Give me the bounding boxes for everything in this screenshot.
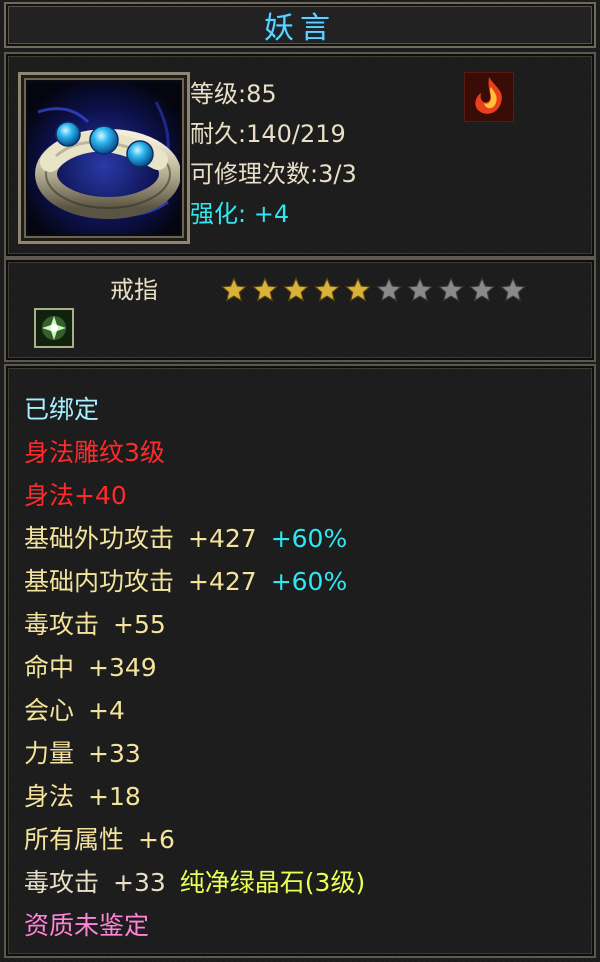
star-empty-icon [468, 276, 496, 302]
star-empty-icon [406, 276, 434, 302]
engrave-name: 身法雕纹3级 [24, 438, 165, 467]
star-filled-icon [220, 276, 248, 302]
star-empty-icon [499, 276, 527, 302]
attr-label: 基础外功攻击 [24, 524, 175, 553]
enhance-value: +4 [253, 200, 290, 228]
attr-crit: 会心 +4 [24, 689, 365, 732]
attr-label: 毒攻击 [24, 610, 100, 639]
attr-hit: 命中 +349 [24, 646, 365, 689]
item-durability: 耐久:140/219 [190, 120, 346, 148]
item-icon-frame[interactable] [18, 72, 190, 244]
engrave-bonus: 身法+40 [24, 481, 127, 510]
base-stats-panel: 等级:85 耐久:140/219 可修理次数:3/3 强化: +4 [4, 52, 596, 258]
gem-name: 纯净绿晶石(3级) [179, 868, 366, 897]
title-bar: 妖言 [4, 2, 596, 48]
item-level: 等级:85 [190, 80, 277, 108]
attr-value: +55 [113, 610, 166, 639]
attr-percent: +60% [270, 524, 348, 553]
star-rating [220, 276, 527, 304]
attr-ext-attack: 基础外功攻击 +427 +60% [24, 517, 365, 560]
star-filled-icon [313, 276, 341, 302]
attr-value: +6 [138, 825, 175, 854]
attr-percent: +60% [270, 567, 348, 596]
gem-bonus-value: +33 [113, 868, 166, 897]
item-name: 妖言 [264, 11, 336, 46]
attr-value: +349 [88, 653, 157, 682]
green-gem-icon[interactable] [34, 308, 74, 348]
attr-label: 力量 [24, 739, 75, 768]
attr-poison: 毒攻击 +55 [24, 603, 365, 646]
attr-strength: 力量 +33 [24, 732, 365, 775]
item-type: 戒指 [110, 276, 158, 304]
attr-value: +427 [188, 567, 257, 596]
gem-bonus: 毒攻击 +33 纯净绿晶石(3级) [24, 861, 365, 904]
attr-value: +33 [88, 739, 141, 768]
star-empty-icon [437, 276, 465, 302]
attr-label: 基础内功攻击 [24, 567, 175, 596]
star-empty-icon [375, 276, 403, 302]
fire-icon[interactable] [464, 72, 514, 122]
base-stats: 等级:85 耐久:140/219 可修理次数:3/3 强化: +4 [190, 74, 357, 234]
aptitude-status: 资质未鉴定 [24, 911, 150, 940]
gem-bonus-label: 毒攻击 [24, 868, 100, 897]
attr-value: +18 [88, 782, 141, 811]
item-tooltip: 妖言 等级:85 耐久:140/219 可修理次数:3/3 强化: +4 戒指 … [0, 0, 600, 962]
enhance-label: 强化: [190, 200, 247, 228]
bound-status: 已绑定 [24, 395, 100, 424]
attr-label: 所有属性 [24, 825, 125, 854]
item-repair-count: 可修理次数:3/3 [190, 160, 357, 188]
attr-all: 所有属性 +6 [24, 818, 365, 861]
attr-agility: 身法 +18 [24, 775, 365, 818]
attr-label: 会心 [24, 696, 75, 725]
star-filled-icon [282, 276, 310, 302]
attr-value: +427 [188, 524, 257, 553]
grade-panel: 戒指 [4, 258, 596, 362]
attr-int-attack: 基础内功攻击 +427 +60% [24, 560, 365, 603]
attribute-list: 已绑定 身法雕纹3级 身法+40 基础外功攻击 +427 +60% 基础内功攻击 +4… [24, 388, 365, 947]
item-enhance: 强化: +4 [190, 194, 357, 234]
attr-label: 命中 [24, 653, 75, 682]
attr-value: +4 [88, 696, 125, 725]
attributes-panel: 已绑定 身法雕纹3级 身法+40 基础外功攻击 +427 +60% 基础内功攻击 +4… [4, 364, 596, 958]
ring-icon [28, 82, 180, 234]
star-filled-icon [251, 276, 279, 302]
attr-label: 身法 [24, 782, 75, 811]
star-filled-icon [344, 276, 372, 302]
